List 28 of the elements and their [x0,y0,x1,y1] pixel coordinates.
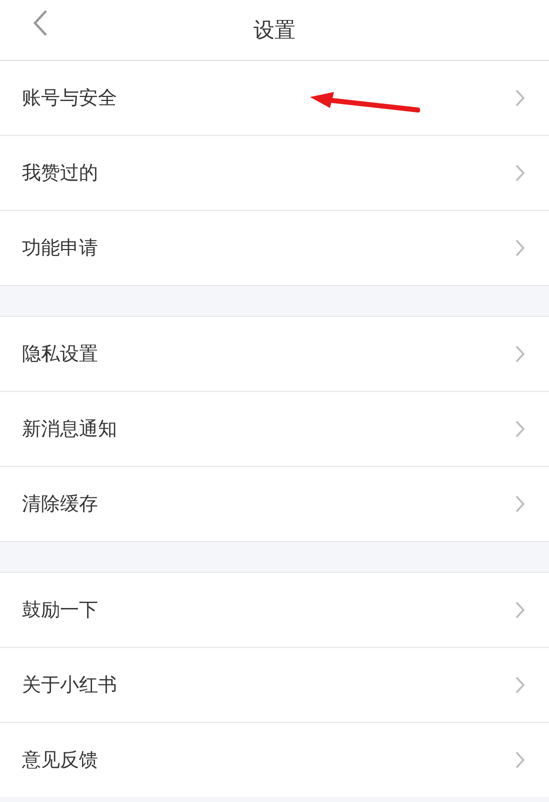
chevron-icon [515,601,525,619]
row-label: 功能申请 [22,236,98,261]
chevron-icon [515,495,525,513]
row-label: 隐私设置 [22,342,98,367]
row-label: 鼓励一下 [22,598,98,623]
row-label: 账号与安全 [22,86,117,111]
chevron-icon [515,345,525,363]
back-icon[interactable] [32,9,48,37]
settings-row[interactable]: 功能申请 [0,211,549,285]
page-title: 设置 [254,17,296,44]
chevron-icon [515,164,525,182]
settings-row[interactable]: 清除缓存 [0,467,549,541]
chevron-icon [515,420,525,438]
row-label: 意见反馈 [22,748,98,773]
settings-row[interactable]: 新消息通知 [0,392,549,467]
chevron-icon [515,89,525,107]
settings-row[interactable]: 关于小红书 [0,648,549,723]
settings-row[interactable]: 鼓励一下 [0,573,549,648]
row-label: 清除缓存 [22,492,98,517]
settings-row[interactable]: 隐私设置 [0,317,549,392]
row-label: 新消息通知 [22,417,117,442]
settings-row[interactable]: 意见反馈 [0,723,549,797]
row-label: 关于小红书 [22,673,117,698]
chevron-icon [515,239,525,257]
settings-row[interactable]: 我赞过的 [0,136,549,211]
row-label: 我赞过的 [22,161,98,186]
chevron-icon [515,676,525,694]
chevron-icon [515,751,525,769]
